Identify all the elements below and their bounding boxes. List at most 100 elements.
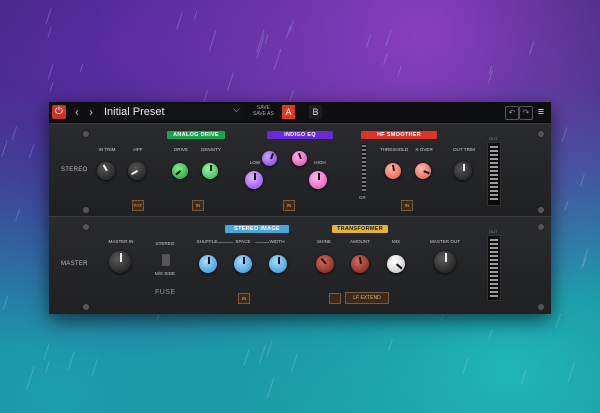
rain-streak bbox=[397, 65, 403, 77]
hf-smoother-tag: HF SMOOTHER bbox=[361, 131, 437, 139]
meter-segment bbox=[490, 275, 498, 277]
low-freq-knob[interactable] bbox=[262, 151, 277, 166]
meter-segment bbox=[490, 150, 498, 152]
indigo-eq-tag: INDIGO EQ bbox=[267, 131, 333, 139]
indigo-eq-in-button[interactable]: IN bbox=[283, 200, 295, 211]
redo-icon[interactable]: ↷ bbox=[519, 106, 533, 120]
preset-selector[interactable]: Initial Preset bbox=[101, 104, 244, 120]
next-preset-button[interactable]: › bbox=[85, 105, 97, 119]
rain-streak bbox=[267, 377, 275, 399]
gr-segment bbox=[362, 145, 366, 147]
out-meter-label: OUT bbox=[489, 136, 498, 141]
out-meter-master bbox=[487, 235, 501, 301]
gr-segment bbox=[362, 149, 366, 151]
meter-segment bbox=[490, 146, 498, 148]
meter-segment bbox=[490, 267, 498, 269]
stereo-image-in-button[interactable]: IN bbox=[238, 293, 250, 304]
transformer-toggle-button[interactable] bbox=[329, 293, 341, 304]
rain-streak bbox=[12, 126, 18, 140]
stereo-ms-switch[interactable] bbox=[161, 253, 171, 267]
ab-a-button[interactable]: A bbox=[282, 105, 295, 119]
meter-segment bbox=[490, 166, 498, 168]
screw bbox=[537, 206, 545, 214]
shine-knob[interactable] bbox=[316, 255, 334, 273]
out-meter-stereo bbox=[487, 142, 501, 206]
fat-button[interactable]: FAT bbox=[132, 200, 144, 211]
gr-segment bbox=[362, 189, 366, 191]
master-rack: MASTER STEREO IMAGE TRANSFORMER MASTER I… bbox=[49, 216, 551, 314]
rain-streak bbox=[226, 72, 234, 90]
chevron-down-icon[interactable]: ⌵ bbox=[233, 104, 240, 115]
rain-streak bbox=[68, 350, 75, 369]
out-trim-knob[interactable] bbox=[454, 162, 472, 180]
low-knob[interactable] bbox=[245, 171, 263, 189]
threshold-knob[interactable] bbox=[385, 163, 401, 179]
amount-knob[interactable] bbox=[351, 255, 369, 273]
master-out-knob[interactable] bbox=[434, 251, 456, 273]
gr-segment bbox=[362, 169, 366, 171]
width-label: WIDTH bbox=[269, 239, 285, 244]
rain-streak bbox=[258, 344, 266, 364]
switch-bottom-label: M/S SIDE bbox=[154, 271, 176, 276]
gr-segment bbox=[362, 161, 366, 163]
meter-segment bbox=[490, 263, 498, 265]
fuse-logo: FUSE bbox=[155, 289, 176, 296]
meter-segment bbox=[490, 283, 498, 285]
rain-streak bbox=[47, 26, 52, 38]
high-knob[interactable] bbox=[309, 171, 327, 189]
gr-segment bbox=[362, 177, 366, 179]
screw bbox=[82, 130, 90, 138]
gr-label: GR bbox=[359, 195, 366, 200]
x-over-knob[interactable] bbox=[415, 163, 431, 179]
prev-preset-button[interactable]: ‹ bbox=[71, 105, 83, 119]
lf-extend-button[interactable]: LF EXTEND bbox=[345, 292, 389, 304]
rain-streak bbox=[15, 209, 20, 222]
master-in-knob[interactable] bbox=[109, 251, 131, 273]
rain-streak bbox=[387, 339, 393, 351]
rain-streak bbox=[528, 41, 535, 56]
gr-segment bbox=[362, 153, 366, 155]
ab-b-button[interactable]: B bbox=[309, 105, 322, 119]
rain-streak bbox=[564, 200, 569, 210]
mix-knob[interactable] bbox=[387, 255, 405, 273]
meter-segment bbox=[490, 255, 498, 257]
menu-icon[interactable]: ≡ bbox=[535, 105, 547, 119]
density-label: DENSITY bbox=[201, 147, 221, 152]
rain-streak bbox=[579, 173, 585, 186]
hf-smoother-in-button[interactable]: IN bbox=[401, 200, 413, 211]
width-knob[interactable] bbox=[269, 255, 287, 273]
master-in-label: MASTER IN bbox=[108, 239, 134, 244]
rain-streak bbox=[47, 63, 54, 80]
hpf-knob[interactable] bbox=[128, 162, 146, 180]
meter-segment bbox=[490, 291, 498, 293]
hpf-label: HPF bbox=[133, 147, 143, 152]
rain-streak bbox=[567, 361, 576, 383]
density-knob[interactable] bbox=[202, 163, 218, 179]
analog-drive-in-button[interactable]: IN bbox=[192, 200, 204, 211]
screw bbox=[537, 303, 545, 311]
drive-knob[interactable] bbox=[172, 163, 188, 179]
rain-streak bbox=[286, 25, 292, 39]
row-label-master: MASTER bbox=[61, 261, 88, 267]
meter-segment bbox=[490, 154, 498, 156]
rain-streak bbox=[273, 49, 281, 70]
screw bbox=[537, 130, 545, 138]
transformer-tag: TRANSFORMER bbox=[332, 225, 388, 233]
screw bbox=[82, 206, 90, 214]
save-as-button[interactable]: SAVE AS bbox=[253, 111, 274, 117]
meter-segment bbox=[490, 182, 498, 184]
mix-label: MIX bbox=[391, 239, 401, 244]
master-out-label: MASTER OUT bbox=[429, 239, 461, 244]
in-trim-knob[interactable] bbox=[97, 162, 115, 180]
shuffle-knob[interactable] bbox=[199, 255, 217, 273]
rain-streak bbox=[291, 353, 299, 373]
power-icon[interactable]: ⏻ bbox=[52, 105, 66, 119]
meter-segment bbox=[490, 198, 498, 200]
space-knob[interactable] bbox=[234, 255, 252, 273]
gr-segment bbox=[362, 181, 366, 183]
top-bar: ⏻ ‹ › Initial Preset ⌵ SAVE SAVE AS A B … bbox=[49, 102, 551, 123]
rain-streak bbox=[2, 295, 9, 310]
rain-streak bbox=[266, 340, 273, 358]
undo-icon[interactable]: ↶ bbox=[505, 106, 519, 120]
meter-segment bbox=[490, 186, 498, 188]
